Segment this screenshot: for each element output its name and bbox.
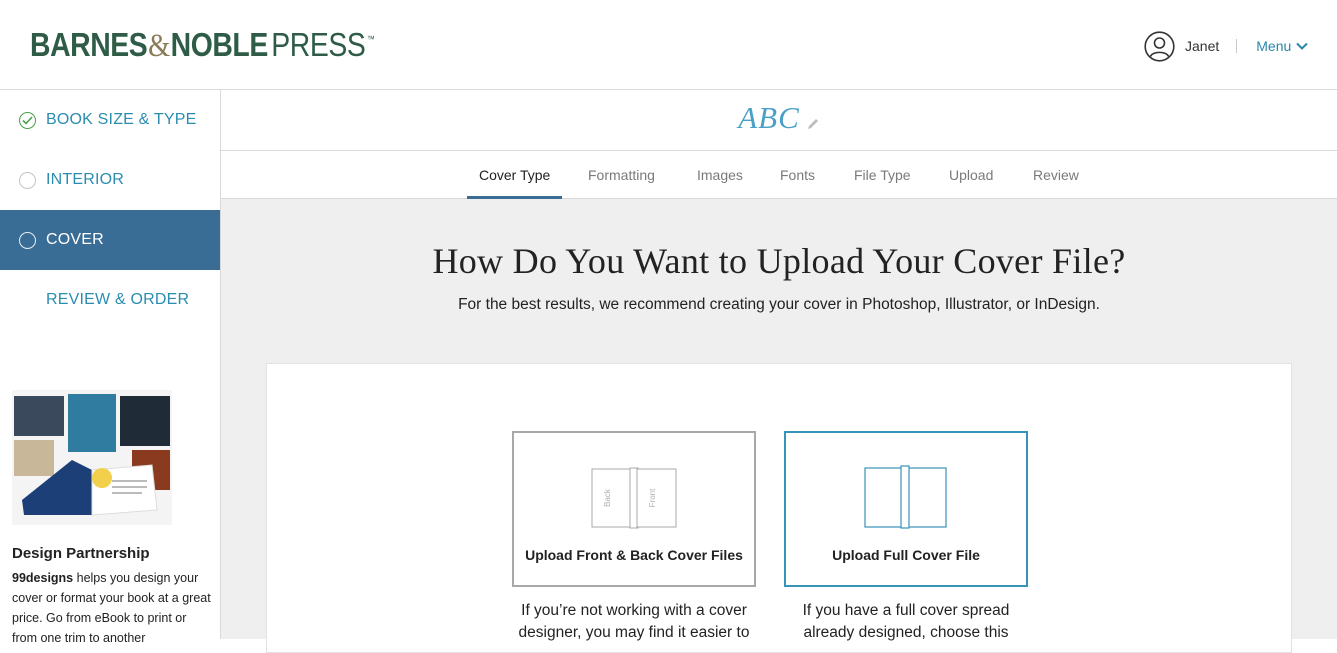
book-title: ABC <box>738 100 800 135</box>
sidebar-step-label: INTERIOR <box>46 171 125 188</box>
book-title-area: ABC <box>221 100 1337 139</box>
logo-trademark: ™ <box>367 34 375 44</box>
user-circle-icon[interactable] <box>1144 30 1175 62</box>
page-heading: How Do You Want to Upload Your Cover Fil… <box>432 241 1126 281</box>
upload-options-panel: Back Front Upload Front & Back Cover Fil… <box>266 363 1292 653</box>
tab-upload[interactable]: Upload <box>949 151 993 198</box>
upload-full-cover-option[interactable]: Upload Full Cover File <box>784 431 1028 587</box>
user-name[interactable]: Janet <box>1185 38 1219 54</box>
sidebar-step-label: COVER <box>46 231 104 248</box>
sidebar-step-book-size-type[interactable]: BOOK SIZE & TYPE <box>0 90 220 150</box>
promo-text: 99designs helps you design your cover or… <box>12 568 212 648</box>
check-circle-icon <box>19 111 36 129</box>
promo-title: Design Partnership <box>12 545 150 562</box>
tab-formatting[interactable]: Formatting <box>588 151 655 198</box>
design-partnership-promo: Design Partnership 99designs helps you d… <box>12 390 212 648</box>
barnes-noble-press-logo[interactable]: BARNES & NOBLE PRESS ™ <box>30 26 375 65</box>
step-spacer <box>19 292 36 309</box>
cover-tabs: Cover Type Formatting Images Fonts File … <box>221 151 1337 199</box>
logo-text-barnes: BARNES <box>30 26 148 63</box>
sidebar-step-review-order[interactable]: REVIEW & ORDER <box>0 270 220 330</box>
menu-button[interactable]: Menu <box>1256 38 1308 54</box>
page-subheading: For the best results, we recommend creat… <box>458 296 1100 313</box>
upload-front-back-label: Upload Front & Back Cover Files <box>525 547 743 563</box>
full-cover-description: If you have a full cover spread already … <box>802 602 1010 641</box>
workflow-sidebar: BOOK SIZE & TYPE INTERIOR COVER REVIEW &… <box>0 90 221 645</box>
empty-circle-icon <box>19 171 36 189</box>
logo-text-noble: NOBLE <box>170 26 269 63</box>
book-collage-illustration <box>12 390 172 525</box>
tab-fonts[interactable]: Fonts <box>780 151 815 198</box>
main-content: How Do You Want to Upload Your Cover Fil… <box>221 199 1337 653</box>
tab-cover-type[interactable]: Cover Type <box>466 151 563 199</box>
pencil-icon[interactable] <box>806 103 820 139</box>
promo-brand[interactable]: 99designs <box>12 571 73 585</box>
site-header: BARNES & NOBLE PRESS ™ Janet Menu <box>0 0 1337 90</box>
book-title-bar: ABC <box>221 90 1337 151</box>
chevron-down-icon <box>1296 42 1308 50</box>
back-label: Back <box>603 488 612 507</box>
empty-circle-icon <box>19 231 36 249</box>
sidebar-step-interior[interactable]: INTERIOR <box>0 150 220 210</box>
user-area: Janet Menu <box>1144 30 1308 62</box>
promo-book-collage-image[interactable] <box>12 390 172 525</box>
tab-review[interactable]: Review <box>1033 151 1079 198</box>
logo-text-press: PRESS <box>271 26 366 63</box>
logo-text-amp: & <box>148 28 170 64</box>
tab-images[interactable]: Images <box>697 151 743 198</box>
front-label: Front <box>648 488 657 507</box>
sidebar-step-cover[interactable]: COVER <box>0 210 220 270</box>
front-back-description: If you’re not working with a cover desig… <box>518 602 750 641</box>
menu-label: Menu <box>1256 38 1292 54</box>
sidebar-step-label: BOOK SIZE & TYPE <box>46 111 197 128</box>
header-divider <box>1236 39 1238 53</box>
tab-file-type[interactable]: File Type <box>854 151 911 198</box>
sidebar-step-label: REVIEW & ORDER <box>46 291 190 308</box>
upload-front-back-option[interactable]: Back Front Upload Front & Back Cover Fil… <box>512 431 756 587</box>
upload-full-cover-label: Upload Full Cover File <box>832 547 980 563</box>
